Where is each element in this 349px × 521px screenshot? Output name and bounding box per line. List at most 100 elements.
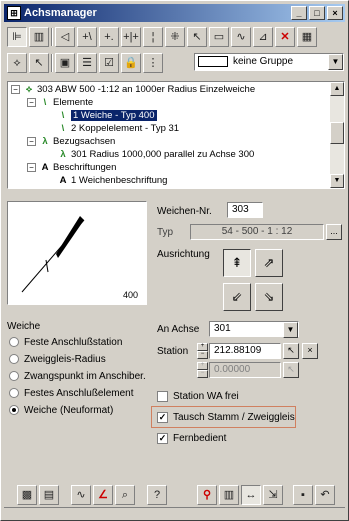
draw-axis-icon[interactable]: ◁ bbox=[55, 27, 75, 47]
curve-icon[interactable]: ∿ bbox=[71, 485, 91, 505]
radio-zweiggleis-radius[interactable]: Zweiggleis-Radius bbox=[9, 352, 106, 366]
align-right-up-button[interactable]: ⇗ bbox=[255, 249, 283, 277]
axis-mark-icon[interactable]: ⚲ bbox=[197, 485, 217, 505]
tree-item-koppel[interactable]: \ 2 Koppelelement - Typ 31 bbox=[57, 122, 179, 135]
edit-icon[interactable]: ▣ bbox=[55, 53, 75, 73]
checkbox-box: ✓ bbox=[157, 411, 168, 423]
station-field[interactable]: 212.88109 bbox=[209, 343, 281, 359]
title-bar[interactable]: ⊞ Achsmanager _ □ × bbox=[4, 4, 345, 22]
station-label: Station bbox=[157, 346, 189, 357]
lock-icon[interactable]: 🔒 bbox=[121, 53, 141, 73]
switch-icon: \ bbox=[61, 110, 65, 121]
tree-beschriftungen[interactable]: − A Beschriftungen bbox=[27, 161, 116, 174]
axis-icon: ⟡ bbox=[25, 84, 33, 95]
table-view-icon[interactable]: ▥ bbox=[29, 27, 49, 47]
radio-zwangspunkt[interactable]: Zwangspunkt im Anschiber. bbox=[9, 369, 146, 383]
sheet-icon[interactable]: ▤ bbox=[39, 485, 59, 505]
chevron-down-icon[interactable]: ▼ bbox=[283, 322, 298, 338]
layer-icon[interactable]: ⋮ bbox=[143, 53, 163, 73]
weiche-group-label: Weiche bbox=[7, 321, 41, 332]
tree-elemente[interactable]: − \ Elemente bbox=[27, 96, 93, 109]
collapse-icon[interactable]: − bbox=[27, 97, 36, 107]
window-title: Achsmanager bbox=[24, 7, 97, 19]
fernbedient-checkbox[interactable]: ✓ Fernbedient bbox=[157, 431, 226, 445]
table-icon[interactable]: ▥ bbox=[219, 485, 239, 505]
an-achse-combo[interactable]: 301 ▼ bbox=[209, 321, 299, 338]
tree-item-weiche[interactable]: \ 1 Weiche - Typ 400 bbox=[57, 109, 157, 122]
chevron-down-icon[interactable]: ▼ bbox=[328, 54, 343, 70]
spin-down-icon[interactable]: − bbox=[197, 351, 208, 359]
an-achse-label: An Achse bbox=[157, 324, 200, 335]
tree-bezugsachsen[interactable]: − λ Bezugsachsen bbox=[27, 135, 115, 148]
clear-station-icon[interactable]: × bbox=[302, 343, 318, 359]
select-icon[interactable]: ⟡ bbox=[7, 53, 27, 73]
align-left-up-icon: ⇞ bbox=[231, 255, 243, 270]
lambda-icon: λ bbox=[42, 136, 48, 147]
list-icon[interactable]: ☰ bbox=[77, 53, 97, 73]
scroll-up-icon[interactable]: ▲ bbox=[330, 82, 344, 96]
text-icon: A bbox=[41, 162, 49, 173]
collapse-icon[interactable]: − bbox=[27, 136, 36, 146]
element-tree[interactable]: − ⟡ 303 ABW 500 -1:12 an 1000er Radius Ein… bbox=[7, 81, 345, 189]
help-icon[interactable]: ? bbox=[147, 485, 167, 505]
switch-preview: 400 bbox=[7, 201, 147, 305]
scroll-thumb[interactable] bbox=[330, 122, 344, 144]
typ-browse-button[interactable]: ... bbox=[326, 224, 342, 240]
save-icon[interactable]: ▪ bbox=[293, 485, 313, 505]
weichen-nr-field[interactable]: 303 bbox=[227, 202, 263, 218]
tree-item-bezug[interactable]: λ 301 Radius 1000,000 parallel zu Achse 3… bbox=[57, 148, 254, 161]
tausch-checkbox[interactable]: ✓ Tausch Stamm / Zweiggleis bbox=[157, 410, 295, 424]
stretch-icon[interactable]: ↔ bbox=[241, 485, 261, 505]
weichen-nr-label: Weichen-Nr. bbox=[157, 206, 212, 217]
bottom-toolbar-left: ▩ ▤ ∿ ∠ ⌕ ? bbox=[17, 485, 167, 505]
preview-scale: 400 bbox=[122, 290, 138, 300]
export-icon[interactable]: ⇲ bbox=[263, 485, 283, 505]
radio-feste-anschlussstation[interactable]: Feste Anschlußstation bbox=[9, 335, 122, 349]
collapse-icon[interactable]: − bbox=[11, 84, 20, 94]
minimize-button[interactable]: _ bbox=[291, 6, 307, 20]
tree-root[interactable]: − ⟡ 303 ABW 500 -1:12 an 1000er Radius Ein… bbox=[11, 83, 255, 96]
spin-up-icon[interactable]: + bbox=[197, 343, 208, 351]
radio-weiche-neuformat[interactable]: Weiche (Neuformat) bbox=[9, 403, 113, 417]
element-icon: \ bbox=[43, 97, 47, 108]
radio-festes-anschlusselement[interactable]: Festes Anschlußelement bbox=[9, 386, 134, 400]
align-left-down-button[interactable]: ⇙ bbox=[223, 283, 251, 311]
typ-field: 54 - 500 - 1 : 12 bbox=[190, 224, 324, 240]
insert-icon[interactable]: +|+ bbox=[121, 27, 141, 47]
zoom-icon[interactable]: ⌕ bbox=[115, 485, 135, 505]
delete-red-icon[interactable]: ✕ bbox=[275, 27, 295, 47]
tree-view-icon[interactable]: ⊫ bbox=[7, 27, 27, 47]
align-right-down-button[interactable]: ⇘ bbox=[255, 283, 283, 311]
tree-item-beschr[interactable]: A1 Weichenbeschriftung bbox=[57, 174, 168, 187]
undo-icon[interactable]: ↶ bbox=[315, 485, 335, 505]
switch-icon: \ bbox=[61, 123, 65, 134]
checkbox-box bbox=[157, 390, 168, 402]
station-wa-checkbox[interactable]: Station WA frei bbox=[157, 389, 239, 403]
options-dropdown-icon[interactable]: ▦ bbox=[297, 27, 317, 47]
delete-grey-icon[interactable]: ⁜ bbox=[165, 27, 185, 47]
check-icon[interactable]: ☑ bbox=[99, 53, 119, 73]
snap-icon[interactable]: ↖ bbox=[187, 27, 207, 47]
split-icon[interactable]: ¦ bbox=[143, 27, 163, 47]
measure-icon[interactable]: ▭ bbox=[209, 27, 229, 47]
add-element-icon[interactable]: +. bbox=[99, 27, 119, 47]
pick-station-icon[interactable]: ↖ bbox=[283, 343, 299, 359]
angle-icon[interactable]: ∠ bbox=[93, 485, 113, 505]
add-node-icon[interactable]: +\ bbox=[77, 27, 97, 47]
grid-icon[interactable]: ▩ bbox=[17, 485, 37, 505]
collapse-icon[interactable]: − bbox=[27, 162, 36, 172]
tangent2-icon[interactable]: ⊿ bbox=[253, 27, 273, 47]
close-button[interactable]: × bbox=[327, 6, 343, 20]
maximize-button[interactable]: □ bbox=[309, 6, 325, 20]
ausrichtung-label: Ausrichtung bbox=[157, 249, 210, 260]
group-combo[interactable]: keine Gruppe ▼ bbox=[194, 53, 344, 71]
station2-field: 0.00000 bbox=[209, 362, 281, 378]
radio-dot bbox=[9, 354, 19, 364]
tree-scrollbar[interactable]: ▲ ▼ bbox=[330, 82, 344, 188]
tangent-icon[interactable]: ∿ bbox=[231, 27, 251, 47]
group-combo-value: keine Gruppe bbox=[233, 56, 294, 67]
scroll-down-icon[interactable]: ▼ bbox=[330, 174, 344, 188]
pointer-icon[interactable]: ↖ bbox=[29, 53, 49, 73]
align-left-up-button[interactable]: ⇞ bbox=[223, 249, 251, 277]
align-left-down-icon: ⇙ bbox=[231, 289, 243, 304]
